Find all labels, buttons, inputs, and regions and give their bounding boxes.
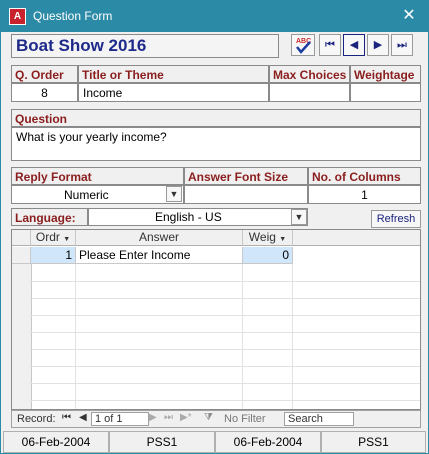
- grid-line: [30, 400, 420, 401]
- spellcheck-button[interactable]: ABC: [291, 34, 315, 56]
- title-theme-field[interactable]: Income: [78, 83, 269, 102]
- last-record-icon: ⏭: [397, 39, 407, 51]
- grid-line: [30, 281, 420, 282]
- next-record-button[interactable]: ▶: [367, 34, 389, 56]
- search-input[interactable]: Search: [284, 412, 354, 426]
- reply-format-value: Numeric: [64, 188, 109, 202]
- access-app-icon: A: [9, 8, 26, 25]
- next-record-icon: ▶: [373, 39, 383, 51]
- grid-line: [30, 383, 420, 384]
- record-navigation-bar: Record: ⏮ ◀ 1 of 1 ▶ ⏭ ▶* ⧩ No Filter Se…: [11, 410, 421, 428]
- status-created-date: 06-Feb-2004: [3, 431, 109, 453]
- grid-line: [30, 366, 420, 367]
- cell-order[interactable]: 1: [31, 247, 76, 264]
- status-bar: 06-Feb-2004 PSS1 06-Feb-2004 PSS1: [1, 431, 428, 453]
- new-record-nav-icon[interactable]: ▶*: [180, 412, 192, 423]
- previous-record-button[interactable]: ◀: [343, 34, 365, 56]
- row-selector[interactable]: [12, 247, 31, 264]
- first-record-button[interactable]: ⏮: [319, 34, 341, 56]
- spellcheck-icon: ABC: [296, 38, 311, 54]
- column-header-empty: [293, 230, 420, 246]
- question-form-window: A Question Form ✕ Boat Show 2016 ABC ⏮ ◀…: [0, 0, 429, 454]
- answer-font-size-field[interactable]: [184, 185, 308, 204]
- max-choices-field[interactable]: [269, 83, 350, 102]
- chevron-down-icon: ▼: [169, 189, 179, 199]
- next-record-nav-icon[interactable]: ▶: [149, 412, 157, 423]
- language-label: Language:: [11, 208, 88, 226]
- weightage-field[interactable]: [350, 83, 421, 102]
- columns-count-field[interactable]: 1: [308, 185, 421, 204]
- sort-dropdown-icon: ▼: [279, 236, 287, 243]
- last-record-button[interactable]: ⏭: [391, 34, 413, 56]
- cell-weight[interactable]: 0: [243, 247, 293, 264]
- sort-dropdown-icon: ▼: [63, 236, 71, 243]
- column-header-weight[interactable]: Weig ▼: [243, 230, 293, 246]
- previous-record-nav-icon[interactable]: ◀: [79, 412, 87, 423]
- row-selector-column: [12, 264, 32, 409]
- question-field[interactable]: What is your yearly income?: [11, 127, 421, 161]
- record-label: Record:: [17, 413, 56, 425]
- question-label: Question: [11, 109, 421, 127]
- filter-icon: ⧩: [204, 412, 213, 423]
- title-theme-label: Title or Theme: [78, 65, 269, 83]
- filter-status[interactable]: No Filter: [224, 413, 266, 425]
- reply-format-dropdown-button[interactable]: ▼: [166, 186, 182, 202]
- last-record-nav-icon[interactable]: ⏭: [164, 412, 173, 423]
- language-value: English - US: [155, 210, 222, 224]
- chevron-down-icon: ▼: [294, 212, 304, 222]
- grid-line: [30, 349, 420, 350]
- form-title: Boat Show 2016: [11, 34, 279, 58]
- close-button[interactable]: ✕: [398, 5, 420, 27]
- status-modified-date: 06-Feb-2004: [215, 431, 321, 453]
- reply-format-label: Reply Format: [11, 167, 184, 185]
- reply-format-select[interactable]: Numeric: [11, 185, 184, 204]
- grid-line: [30, 332, 420, 333]
- column-header-order[interactable]: Ordr ▼: [31, 230, 76, 246]
- status-modified-by: PSS1: [321, 431, 426, 453]
- grid-line: [242, 264, 243, 409]
- weightage-label: Weightage: [350, 65, 421, 83]
- previous-record-icon: ◀: [349, 39, 359, 51]
- record-position-field[interactable]: 1 of 1: [91, 412, 149, 426]
- refresh-button[interactable]: Refresh: [371, 210, 421, 228]
- q-order-field[interactable]: 8: [11, 83, 78, 102]
- title-bar[interactable]: A Question Form ✕: [1, 1, 428, 32]
- answer-font-size-label: Answer Font Size: [184, 167, 308, 185]
- column-header-answer[interactable]: Answer: [76, 230, 243, 246]
- language-select[interactable]: English - US: [88, 208, 308, 226]
- max-choices-label: Max Choices: [269, 65, 350, 83]
- q-order-label: Q. Order: [11, 65, 78, 83]
- first-record-nav-icon[interactable]: ⏮: [62, 412, 71, 423]
- language-dropdown-button[interactable]: ▼: [291, 209, 307, 225]
- grid-line: [30, 298, 420, 299]
- answers-datasheet[interactable]: Ordr ▼ Answer Weig ▼ 1 Please Enter Inco…: [11, 229, 421, 410]
- select-all-corner[interactable]: [12, 230, 31, 246]
- window-title: Question Form: [33, 9, 113, 23]
- grid-line: [292, 264, 293, 409]
- grid-line: [30, 315, 420, 316]
- grid-line: [75, 264, 76, 409]
- cell-answer[interactable]: Please Enter Income: [76, 247, 243, 264]
- status-created-by: PSS1: [109, 431, 215, 453]
- first-record-icon: ⏮: [325, 39, 335, 51]
- columns-count-label: No. of Columns: [308, 167, 421, 185]
